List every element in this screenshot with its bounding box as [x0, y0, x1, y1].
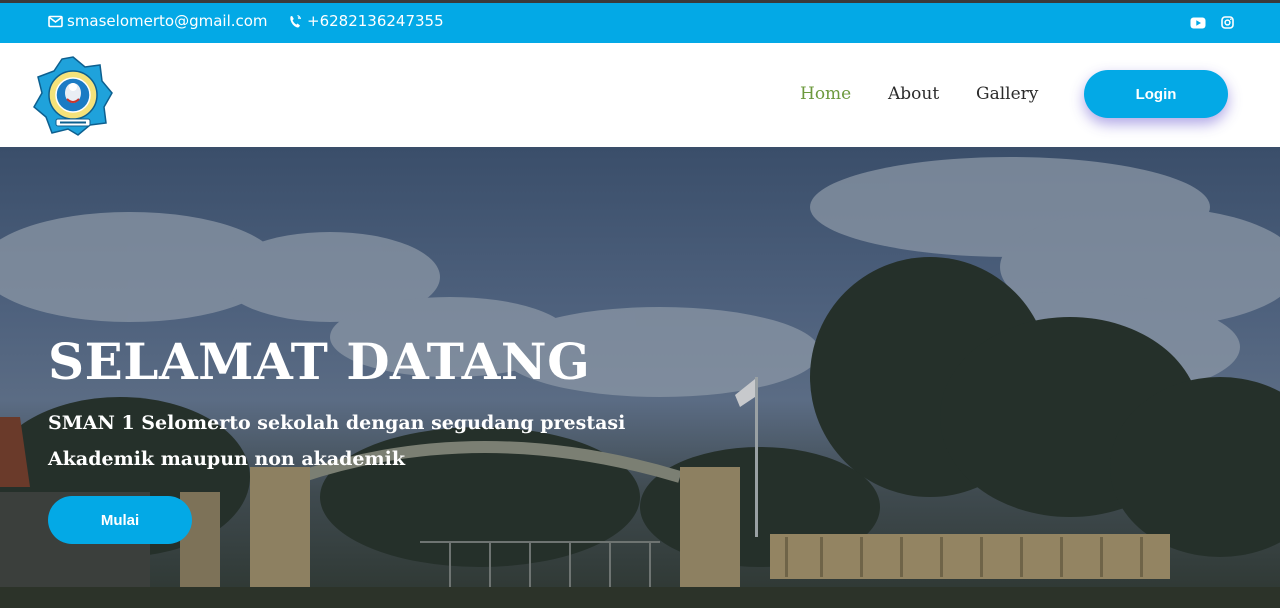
email-link[interactable]: smaselomerto@gmail.com: [48, 12, 268, 30]
phone-icon: [290, 14, 302, 27]
nav-gallery[interactable]: Gallery: [976, 84, 1038, 104]
login-button[interactable]: Login: [1084, 70, 1228, 118]
phone-link[interactable]: +6282136247355: [289, 12, 444, 30]
email-text: smaselomerto@gmail.com: [67, 12, 268, 30]
hero-section: SELAMAT DATANG SMAN 1 Selomerto sekolah …: [0, 147, 1280, 608]
main-navbar: Home About Gallery Login: [0, 43, 1280, 147]
hero-tagline-line-1: SMAN 1 Selomerto sekolah dengan segudang…: [48, 412, 626, 434]
instagram-icon: [1221, 16, 1234, 29]
youtube-icon: [1190, 17, 1206, 29]
hero-tagline-line-2: Akademik maupun non akademik: [48, 448, 406, 470]
hero-title: SELAMAT DATANG: [48, 332, 591, 391]
top-bar: smaselomerto@gmail.com +6282136247355: [0, 0, 1280, 43]
school-logo[interactable]: [32, 55, 114, 137]
start-button[interactable]: Mulai: [48, 496, 192, 544]
nav-about[interactable]: About: [888, 84, 939, 104]
instagram-link[interactable]: [1221, 15, 1234, 33]
phone-text: +6282136247355: [307, 12, 444, 30]
youtube-link[interactable]: [1190, 15, 1206, 33]
envelope-icon: [48, 15, 63, 27]
nav-home[interactable]: Home: [800, 84, 851, 104]
